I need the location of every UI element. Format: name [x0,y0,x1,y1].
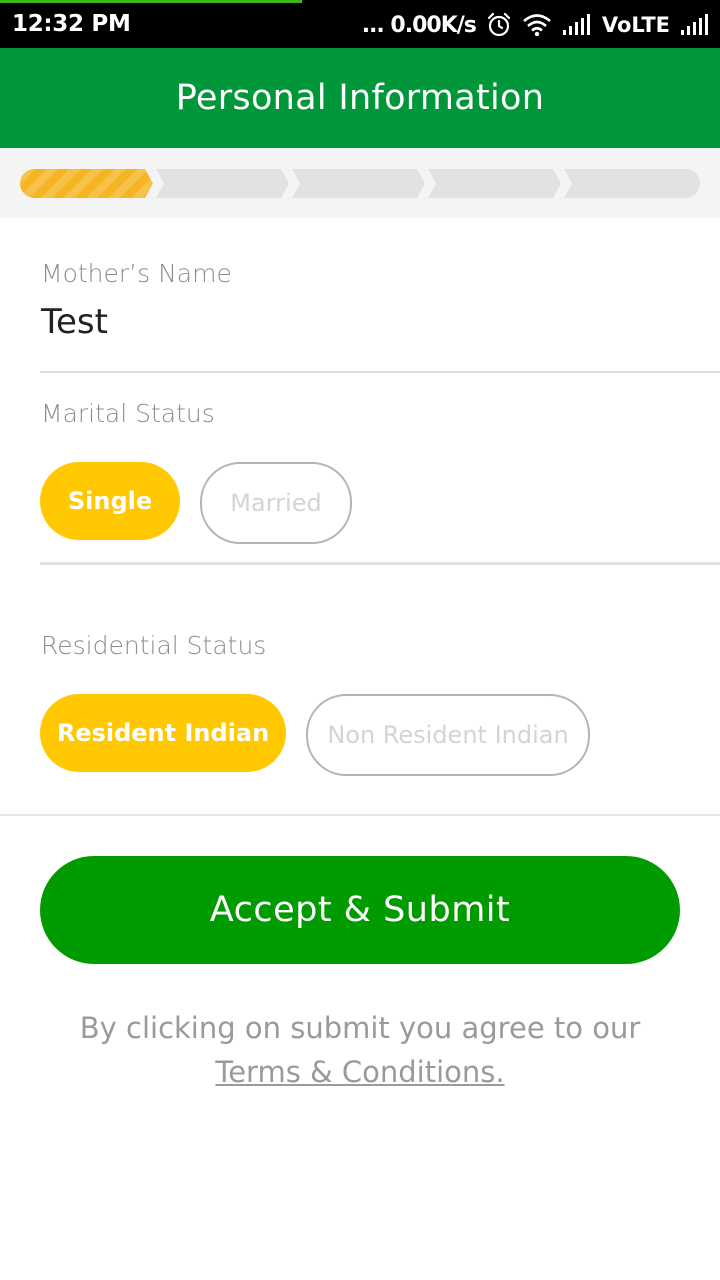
terms-conditions-link[interactable]: Terms & Conditions. [215,1055,504,1089]
page-load-progress [0,0,302,3]
network-speed: ... 0.00K/s [361,12,477,38]
app-bar: Personal Information [0,48,720,148]
marital-status-label: Marital Status [41,399,215,428]
mothers-name-label: Mother’s Name [41,259,232,288]
network-type: VoLTE [601,13,670,37]
alarm-icon [486,12,512,38]
stepper-segment-3 [292,169,425,198]
marital-option-single[interactable]: Single [40,462,180,540]
residential-option-resident[interactable]: Resident Indian [40,694,286,772]
stepper-segment-1 [20,169,153,198]
status-bar: 12:32 PM ... 0.00K/s VoLTE [0,0,720,48]
stepper-segment-2 [156,169,289,198]
terms-prefix: By clicking on submit you agree to our [79,1011,641,1045]
stepper-segment-4 [428,169,561,198]
stepper-graphic [20,169,700,198]
progress-stepper [0,148,720,218]
residential-status-label: Residential Status [41,631,267,660]
mothers-name-underline [40,371,720,373]
terms-notice: By clicking on submit you agree to our T… [0,1006,720,1094]
status-icons: ... 0.00K/s VoLTE [362,8,710,42]
form-divider [0,814,720,816]
signal-icon [562,14,592,36]
marital-status-divider [40,562,720,565]
stepper-segment-5 [564,169,700,198]
page-title: Personal Information [175,78,545,118]
marital-option-married[interactable]: Married [200,462,352,544]
mothers-name-input[interactable]: Test [41,302,108,342]
status-time: 12:32 PM [12,11,131,37]
residential-option-non-resident[interactable]: Non Resident Indian [306,694,590,776]
accept-submit-button[interactable]: Accept & Submit [40,856,680,964]
wifi-icon [522,13,552,37]
signal-icon [680,14,710,36]
